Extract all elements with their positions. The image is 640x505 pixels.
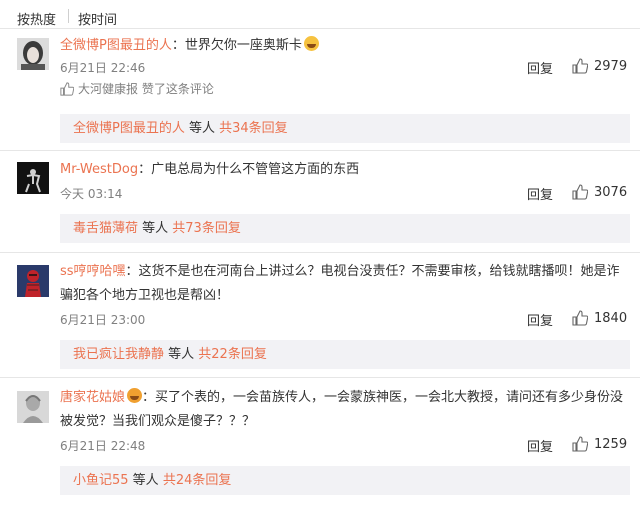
comment-divider [0,252,640,253]
thumbs-up-icon [572,310,588,326]
comment-line: 唐家花姑娘 ：买了个表的，一会苗族传人，一会蒙族神医，一会北大教授，请问还有多少身… [60,386,625,434]
comment-text: ：买了个表的，一会苗族传人，一会蒙族神医，一会北大教授，请问还有多少身份没被发觉… [60,390,624,429]
sub-reply-mid-text: 等人 [164,347,199,362]
avatar[interactable] [17,162,49,194]
like-count: 2979 [594,59,628,74]
sub-reply-mid-text: 等人 [184,121,220,136]
comment-timestamp: 6月21日 22:48 [60,439,146,453]
comment-divider [0,150,640,151]
sub-replies-box: 毒舌猫薄荷 等人 共73条回复 [60,214,630,243]
sort-by-hot-tab[interactable]: 按热度 [17,9,56,28]
liked-by-row: 大河健康报 赞了这条评论 [60,80,214,98]
comment-timestamp: 今天 03:14 [60,187,123,201]
sub-reply-user-link[interactable]: 全微博P图最丑的人 [73,121,185,136]
sub-reply-mid-text: 等人 [138,221,173,236]
sub-reply-user-link[interactable]: 我已疯让我静静 [73,347,164,362]
avatar[interactable] [17,391,49,423]
comment-divider [0,377,640,378]
thumbs-up-icon [572,58,588,74]
sort-bar: 按热度 按时间 [0,0,640,36]
sort-by-time-tab[interactable]: 按时间 [78,9,117,28]
username-link[interactable]: 唐家花姑娘 [60,390,125,405]
more-replies-link[interactable]: 共22条回复 [198,347,267,362]
sub-reply-user-link[interactable]: 毒舌猫薄荷 [73,221,138,236]
reply-button[interactable]: 回复 [527,310,553,329]
comment-timestamp: 6月21日 22:46 [60,61,146,75]
username-link[interactable]: Mr-WestDog [60,162,138,177]
reply-button[interactable]: 回复 [527,58,553,77]
like-count: 1840 [594,311,628,326]
sub-replies-box: 我已疯让我静静 等人 共22条回复 [60,340,630,369]
avatar[interactable] [17,38,49,70]
more-replies-link[interactable]: 共73条回复 [172,221,241,236]
username-link[interactable]: 全微博P图最丑的人 [60,38,172,53]
comment-text: ：世界欠你一座奥斯卡 [171,38,302,53]
sub-replies-box: 全微博P图最丑的人 等人 共34条回复 [60,114,630,143]
sort-divider [68,9,69,23]
liked-by-text: 大河健康报 赞了这条评论 [78,82,214,96]
reply-button[interactable]: 回复 [527,436,553,455]
reply-button[interactable]: 回复 [527,184,553,203]
more-replies-link[interactable]: 共24条回复 [163,473,232,488]
thumbs-up-icon [572,436,588,452]
sortbar-divider [0,28,640,29]
comment-line: ss哼哼哈嘿：这货不是也在河南台上讲过么？电视台没责任？不需要审核，给钱就瞎播呗… [60,260,625,308]
like-count: 3076 [594,185,628,200]
sub-reply-user-link[interactable]: 小鱼记55 [73,473,129,488]
comment-timestamp: 6月21日 23:00 [60,313,146,327]
laugh-cry-emoji-icon [303,36,319,51]
thumbs-up-icon [60,82,75,96]
username-link[interactable]: ss哼哼哈嘿 [60,264,126,279]
avatar[interactable] [17,265,49,297]
more-replies-link[interactable]: 共34条回复 [219,121,288,136]
comment-text: ：这货不是也在河南台上讲过么？电视台没责任？不需要审核，给钱就瞎播呗！她是诈骗犯… [60,264,620,303]
angry-face-emoji-icon [127,388,143,403]
sub-replies-box: 小鱼记55 等人 共24条回复 [60,466,630,495]
thumbs-up-icon [572,184,588,200]
sub-reply-mid-text: 等人 [128,473,163,488]
comment-text: ：广电总局为什么不管管这方面的东西 [138,162,360,177]
comment-line: 全微博P图最丑的人：世界欠你一座奥斯卡 [60,34,630,58]
comment-line: Mr-WestDog：广电总局为什么不管管这方面的东西 [60,158,630,182]
like-count: 1259 [594,437,628,452]
